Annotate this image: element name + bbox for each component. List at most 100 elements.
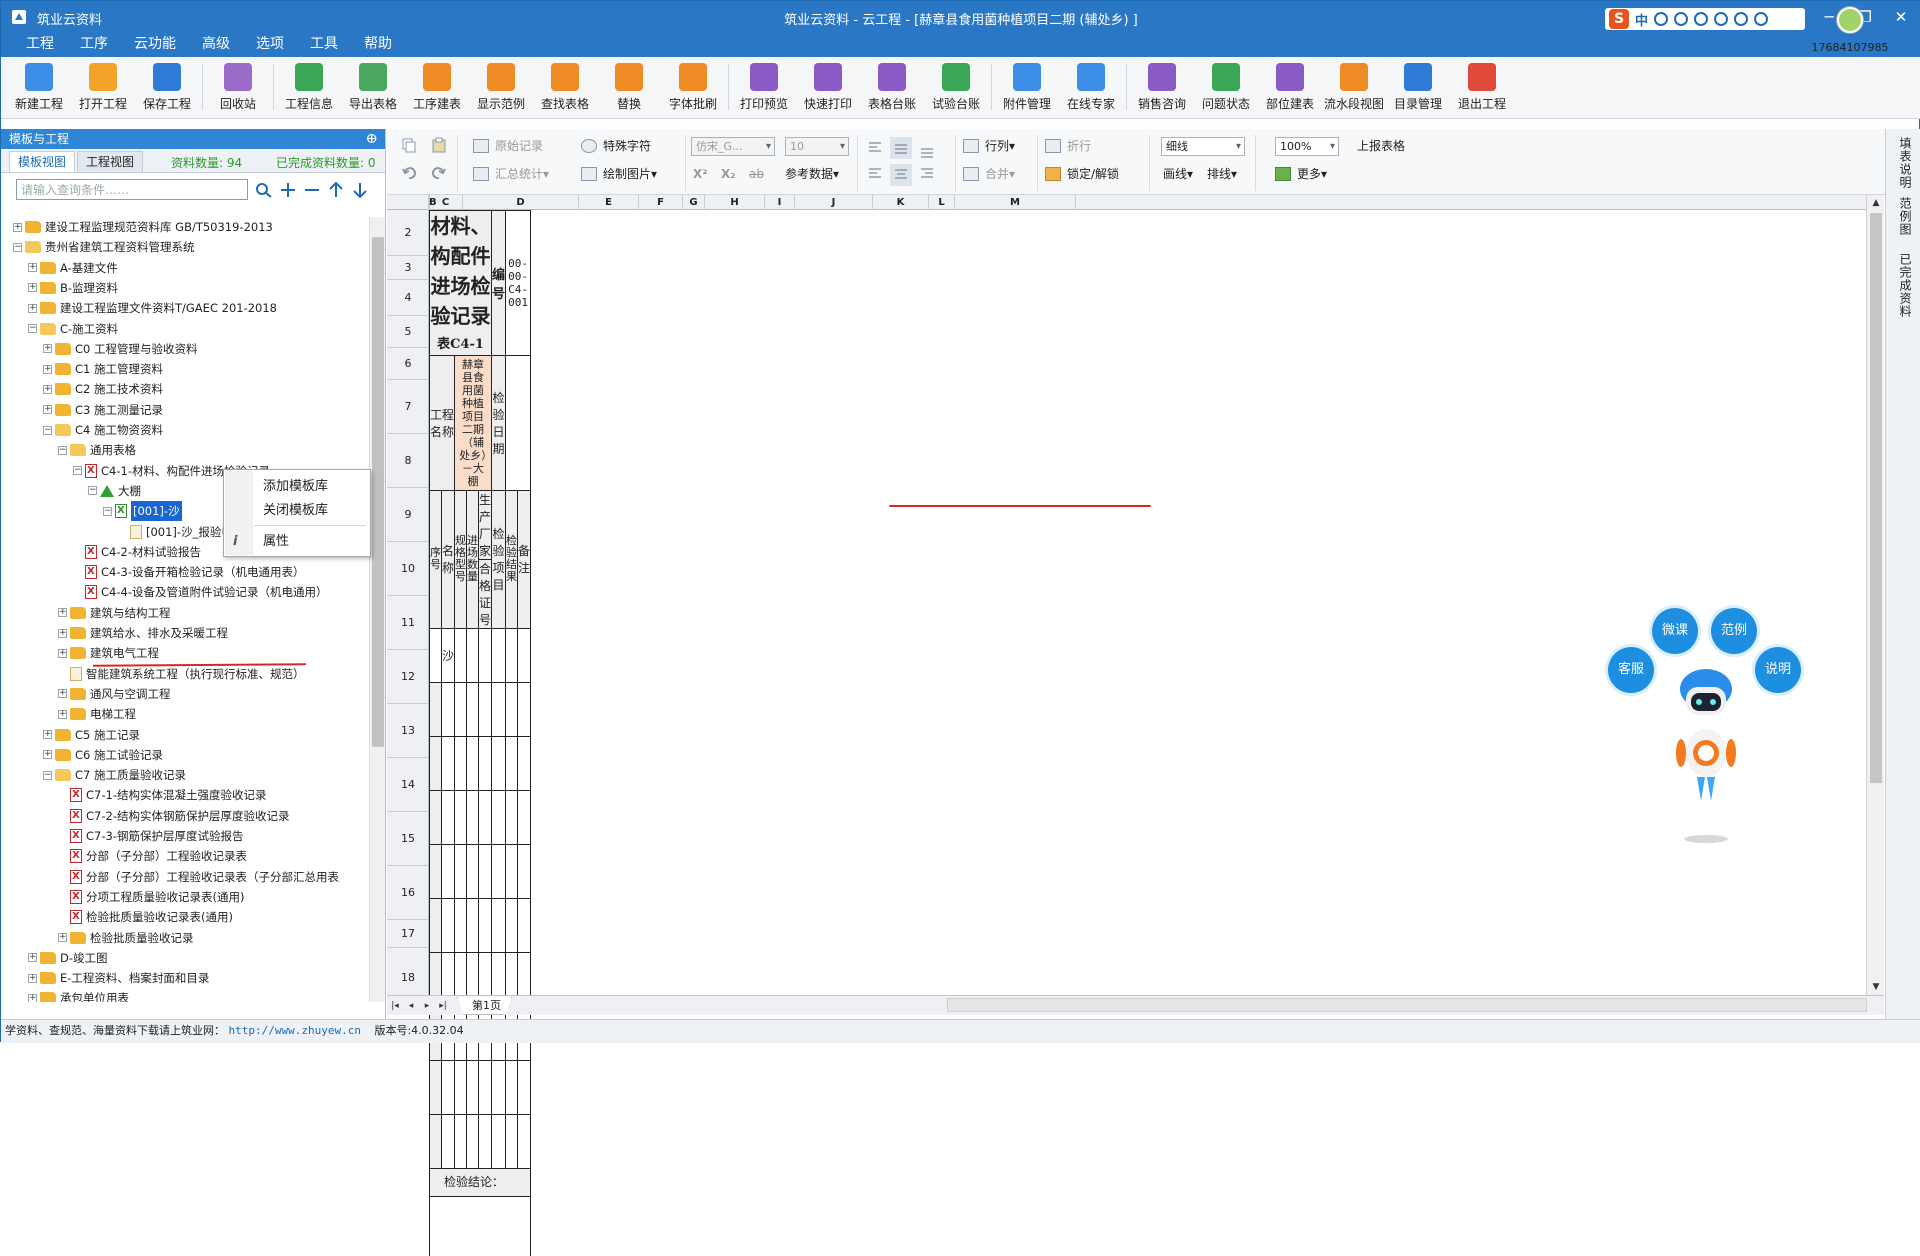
draw-line-button[interactable]: 画线 ▾: [1163, 163, 1193, 185]
horizontal-scrollbar[interactable]: [947, 998, 1867, 1012]
cell[interactable]: [517, 735, 532, 791]
side-tab-fill-guide[interactable]: 填表说明: [1894, 137, 1914, 189]
tree-node[interactable]: − 大棚: [88, 481, 141, 501]
expand-icon[interactable]: +: [58, 689, 67, 699]
next-sheet-button[interactable]: ▸: [419, 998, 435, 1014]
cell[interactable]: [517, 789, 532, 845]
cell[interactable]: [478, 735, 493, 791]
cell[interactable]: [466, 1113, 480, 1169]
tree-node[interactable]: − 通用表格: [58, 440, 136, 460]
move-up-icon[interactable]: [325, 179, 347, 201]
collapse-icon[interactable]: −: [43, 425, 52, 435]
font-size-select[interactable]: 10: [785, 137, 849, 156]
cell[interactable]: [478, 789, 493, 845]
move-down-icon[interactable]: [349, 179, 371, 201]
column-header[interactable]: G: [683, 195, 705, 210]
user-area[interactable]: 17684107985: [1805, 7, 1895, 54]
cell[interactable]: [505, 627, 519, 683]
cell[interactable]: [440, 735, 456, 791]
add-icon[interactable]: [277, 179, 299, 201]
cell[interactable]: [440, 681, 456, 737]
cell[interactable]: [517, 843, 532, 899]
tree-node[interactable]: C7-3-钢筋保护层厚度试验报告: [58, 826, 243, 846]
user-avatar[interactable]: [1837, 7, 1863, 33]
cell[interactable]: [429, 627, 442, 683]
expand-icon[interactable]: +: [28, 953, 37, 963]
menu-tools[interactable]: 工具: [297, 33, 351, 57]
tree-node[interactable]: + A-基建文件: [28, 258, 118, 278]
cell[interactable]: [466, 627, 480, 683]
cell[interactable]: [440, 1113, 456, 1169]
tree-node[interactable]: C4-2-材料试验报告: [73, 542, 201, 562]
cell[interactable]: [505, 1113, 519, 1169]
ime-punct-icon[interactable]: [1654, 12, 1669, 26]
cell[interactable]: [505, 843, 519, 899]
collapse-icon[interactable]: −: [103, 506, 112, 516]
side-tab-example[interactable]: 范例图: [1894, 197, 1914, 236]
zoom-select[interactable]: 100%: [1275, 137, 1339, 156]
last-sheet-button[interactable]: ▸|: [435, 998, 451, 1014]
cell[interactable]: [440, 789, 456, 845]
tree-node[interactable]: + C5 施工记录: [43, 725, 140, 745]
toolbar-button-21[interactable]: 目录管理: [1386, 57, 1450, 117]
cell[interactable]: [429, 1059, 442, 1115]
cell[interactable]: [429, 681, 442, 737]
menu-advanced[interactable]: 高级: [189, 33, 243, 57]
toolbar-button-1[interactable]: 打开工程: [71, 57, 135, 117]
cell[interactable]: [454, 735, 468, 791]
menu-help[interactable]: 帮助: [351, 33, 405, 57]
cell[interactable]: [491, 789, 507, 845]
column-header[interactable]: L: [929, 195, 955, 210]
row-header[interactable]: 14: [387, 758, 429, 812]
tree-node[interactable]: C7-1-结构实体混凝土强度验收记录: [58, 785, 266, 805]
context-properties[interactable]: 属性: [225, 530, 369, 554]
cell[interactable]: [466, 735, 480, 791]
expand-icon[interactable]: +: [28, 263, 37, 273]
expand-icon[interactable]: +: [28, 973, 37, 983]
expand-icon[interactable]: +: [28, 283, 37, 293]
corner-cell[interactable]: [387, 195, 429, 210]
subscript-button[interactable]: X₂: [721, 163, 736, 185]
ime-mode-label[interactable]: 中: [1635, 10, 1648, 29]
toolbar-button-9[interactable]: 替换: [597, 57, 661, 117]
row-header[interactable]: 15: [387, 812, 429, 866]
toolbar-button-12[interactable]: 快速打印: [796, 57, 860, 117]
bubble-help[interactable]: 说明: [1755, 647, 1801, 693]
ime-toolbar[interactable]: S 中: [1605, 8, 1805, 30]
tree-node[interactable]: 分部（子分部）工程验收记录表: [58, 846, 247, 866]
collapse-icon[interactable]: −: [73, 466, 82, 476]
tree-node[interactable]: + C1 施工管理资料: [43, 359, 163, 379]
more-button[interactable]: 更多 ▾: [1275, 163, 1327, 185]
column-header[interactable]: J: [795, 195, 873, 210]
expand-icon[interactable]: +: [58, 628, 67, 638]
expand-icon[interactable]: +: [43, 750, 52, 760]
first-sheet-button[interactable]: |◂: [387, 998, 403, 1014]
ref-data-button[interactable]: 参考数据 ▾: [785, 163, 839, 185]
tree-node[interactable]: − C4 施工物资资料: [43, 420, 163, 440]
cell[interactable]: [478, 627, 493, 683]
column-header[interactable]: I: [765, 195, 795, 210]
toolbar-button-14[interactable]: 试验台账: [924, 57, 988, 117]
cell[interactable]: [429, 789, 442, 845]
row-header[interactable]: 6: [387, 348, 429, 380]
toolbar-button-18[interactable]: 问题状态: [1194, 57, 1258, 117]
toolbar-button-19[interactable]: 部位建表: [1258, 57, 1322, 117]
row-header[interactable]: 2: [387, 210, 429, 256]
cell[interactable]: [517, 681, 532, 737]
tree-node[interactable]: + C2 施工技术资料: [43, 379, 163, 399]
tree-node[interactable]: 分部（子分部）工程验收记录表（子分部汇总用表: [58, 867, 339, 887]
cell[interactable]: [454, 627, 468, 683]
ime-emoji-icon[interactable]: [1674, 12, 1689, 26]
ime-menu-icon[interactable]: [1754, 12, 1769, 26]
tree-node[interactable]: + 检验批质量验收记录: [58, 928, 194, 948]
ime-keyboard-icon[interactable]: [1714, 12, 1729, 26]
row-col-button[interactable]: 行列 ▾: [963, 135, 1015, 157]
tree-node[interactable]: + 电梯工程: [58, 704, 136, 724]
cell[interactable]: [505, 897, 519, 953]
column-header[interactable]: M: [955, 195, 1076, 210]
toolbar-button-10[interactable]: 字体批刷: [661, 57, 725, 117]
row-header[interactable]: 10: [387, 542, 429, 596]
cell[interactable]: [517, 897, 532, 953]
undo-icon[interactable]: [401, 165, 417, 181]
cell[interactable]: [491, 897, 507, 953]
